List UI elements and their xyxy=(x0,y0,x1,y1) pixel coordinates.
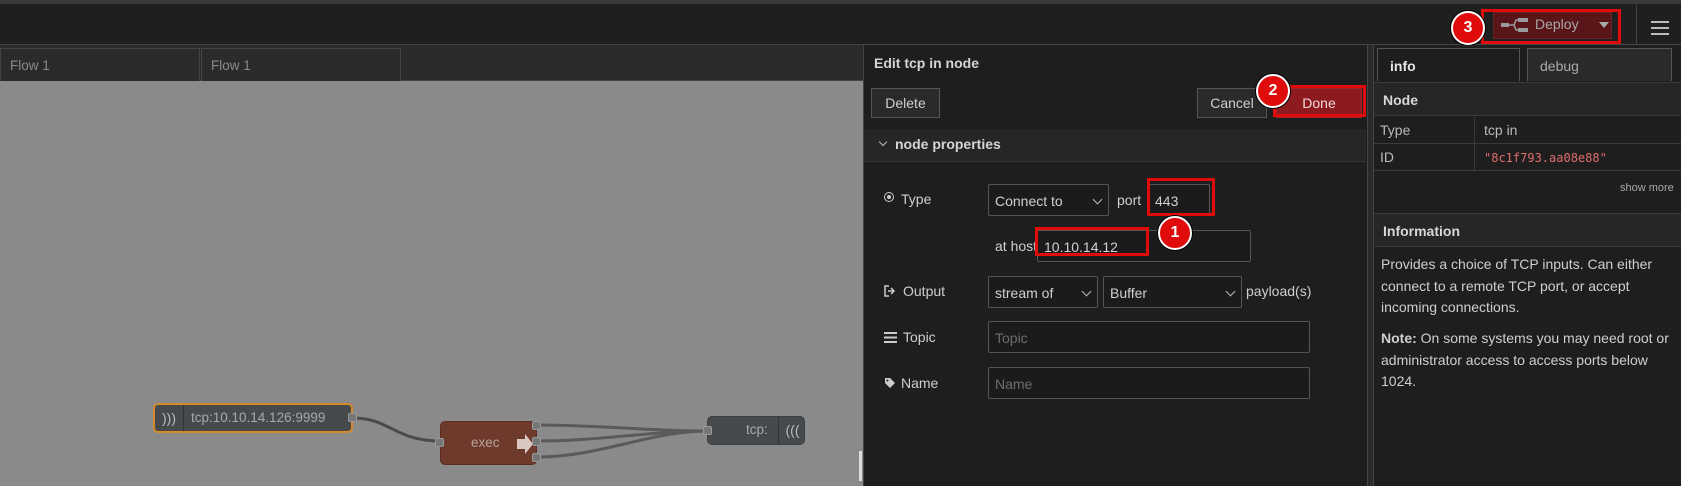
info-key: Type xyxy=(1380,122,1411,138)
tab-debug[interactable]: debug xyxy=(1527,48,1672,81)
tcp-out-wave-icon: ((( xyxy=(778,417,806,444)
topic-label: Topic xyxy=(903,329,936,345)
note-bold-label: Note: xyxy=(1381,330,1417,346)
info-note: Note: On some systems you may need root … xyxy=(1381,328,1671,393)
node-section-header[interactable]: Node xyxy=(1374,82,1681,116)
delete-button[interactable]: Delete xyxy=(871,88,940,118)
annotation-box-1-host xyxy=(1035,227,1149,256)
show-more-link[interactable]: show more xyxy=(1620,182,1674,194)
chevron-down-icon xyxy=(1225,286,1236,297)
sign-out-icon xyxy=(884,284,896,297)
exec-output-port-2[interactable] xyxy=(532,437,541,446)
type-mode-select[interactable]: Connect to xyxy=(988,184,1109,216)
exec-input-port[interactable] xyxy=(435,438,444,447)
tcp-in-output-port[interactable] xyxy=(348,413,357,422)
info-row-id: ID "8c1f793.aa08e88" xyxy=(1374,144,1681,171)
sidebar-splitter[interactable] xyxy=(1367,45,1374,486)
topic-input[interactable]: Topic xyxy=(988,321,1310,353)
chevron-down-icon xyxy=(878,137,888,147)
tcp-out-input-port[interactable] xyxy=(703,426,712,435)
host-label: at host xyxy=(995,238,1038,254)
tab-flow-1-active[interactable]: Flow 1 xyxy=(201,48,401,81)
info-key: ID xyxy=(1380,149,1394,165)
annotation-badge-3: 3 xyxy=(1451,11,1485,45)
resize-handle-left[interactable] xyxy=(859,451,862,481)
tab-flow-1[interactable]: Flow 1 xyxy=(0,48,200,81)
tcp-in-node[interactable]: ))) tcp:10.10.14.126:9999 xyxy=(153,403,353,433)
tasks-icon xyxy=(884,330,897,343)
edit-tray-title: Edit tcp in node xyxy=(874,55,979,71)
info-value: tcp in xyxy=(1484,122,1518,138)
radio-target-icon xyxy=(884,192,894,202)
info-row-type: Type tcp in xyxy=(1374,117,1681,144)
info-value-id[interactable]: "8c1f793.aa08e88" xyxy=(1484,151,1607,165)
annotation-badge-2: 2 xyxy=(1256,74,1290,108)
show-more-label: show more xyxy=(1620,182,1674,194)
chevron-down-icon xyxy=(1092,194,1103,205)
tag-icon xyxy=(884,376,896,388)
note-text: On some systems you may need root or adm… xyxy=(1381,330,1669,389)
tcp-wave-icon: ))) xyxy=(155,405,184,431)
exec-output-port-3[interactable] xyxy=(532,453,541,462)
output-stream-value: stream of xyxy=(995,285,1054,301)
section-label: node properties xyxy=(895,136,1001,152)
menu-button[interactable] xyxy=(1636,5,1681,45)
port-label: port xyxy=(1117,192,1142,208)
exec-output-port-1[interactable] xyxy=(532,421,541,430)
chevron-down-icon xyxy=(1081,286,1092,297)
output-stream-select[interactable]: stream of xyxy=(988,276,1098,308)
tcp-out-node[interactable]: tcp: ((( xyxy=(707,416,805,445)
exec-node[interactable]: exec xyxy=(440,421,537,465)
annotation-box-1-port xyxy=(1147,178,1215,216)
info-description: Provides a choice of TCP inputs. Can eit… xyxy=(1381,256,1653,315)
output-format-value: Buffer xyxy=(1110,285,1148,301)
information-section-header[interactable]: Information xyxy=(1374,213,1681,247)
output-format-select[interactable]: Buffer xyxy=(1103,276,1242,308)
name-input[interactable]: Name xyxy=(988,367,1310,399)
type-label: Type xyxy=(901,191,932,207)
node-properties-header[interactable]: node properties xyxy=(864,129,1366,162)
header-bar xyxy=(0,0,1681,45)
annotation-badge-1: 1 xyxy=(1158,216,1192,250)
type-mode-value: Connect to xyxy=(995,193,1063,209)
name-label: Name xyxy=(901,375,939,391)
exec-node-label: exec xyxy=(471,435,500,450)
output-label: Output xyxy=(903,283,946,299)
tcp-out-node-label: tcp: xyxy=(746,422,768,437)
output-suffix-label: payload(s) xyxy=(1246,283,1312,299)
tcp-in-node-label: tcp:10.10.14.126:9999 xyxy=(191,410,326,425)
tab-info[interactable]: info xyxy=(1377,48,1520,81)
annotation-box-3 xyxy=(1481,9,1621,44)
